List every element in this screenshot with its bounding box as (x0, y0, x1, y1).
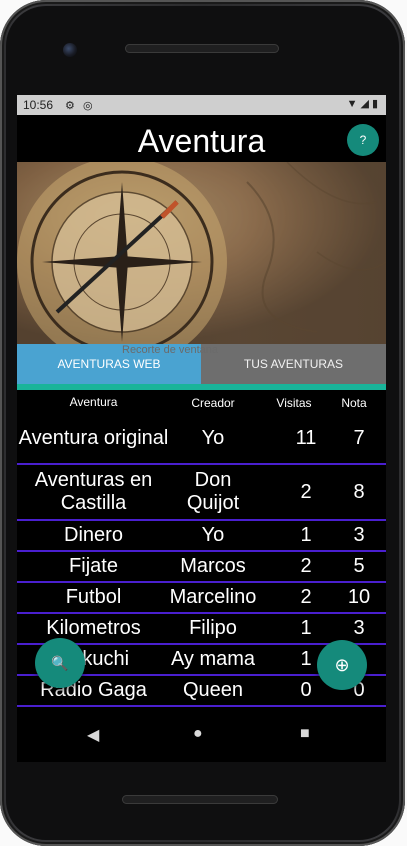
cell-aventura: Kilometros (46, 617, 141, 639)
cell-aventura: Aventuras en Castilla (34, 469, 153, 514)
front-camera (63, 43, 77, 57)
window-clip-label: Recorte de ventana (122, 344, 219, 356)
add-fab[interactable]: ⊕ (317, 640, 367, 690)
battery-icon: ▮ (371, 98, 378, 110)
android-nav-bar: ◀ ● ■ (17, 707, 386, 762)
table-row[interactable]: Aventura original Yo 11 7 (17, 413, 386, 465)
add-icon: ⊕ (334, 655, 350, 675)
cell-visitas: 2 (300, 555, 312, 577)
status-time: 10:56 (23, 98, 54, 112)
header-creador: Creador (191, 396, 235, 410)
cell-nota: 10 (347, 586, 371, 608)
cell-nota: 7 (353, 426, 365, 449)
cell-visitas: 1 (300, 617, 312, 639)
cell-nota: 3 (353, 617, 365, 639)
cell-creador: Filipo (189, 617, 237, 639)
compass-illustration (17, 157, 386, 367)
cell-aventura: Dinero (64, 524, 123, 546)
cell-nota: 3 (353, 524, 365, 546)
help-button[interactable]: ? (347, 124, 379, 156)
page-title: Aventura (137, 123, 266, 159)
cell-aventura: Radio Gaga (40, 679, 147, 701)
table-row[interactable]: Fijate Marcos 2 5 (17, 552, 386, 583)
tab-indicator (17, 384, 386, 390)
cell-visitas: 2 (300, 480, 312, 503)
header-nota: Nota (341, 396, 367, 410)
table-row[interactable]: Futbol Marcelino 2 10 (17, 583, 386, 614)
cell-visitas: 11 (295, 426, 317, 449)
top-speaker (125, 44, 279, 53)
cell-nota: 5 (353, 555, 365, 577)
cell-aventura: Aventura original (18, 426, 169, 449)
cell-creador: Marcelino (169, 586, 257, 608)
bottom-speaker (122, 795, 278, 804)
cell-creador: Marcos (180, 555, 246, 577)
status-icons: ▼ ◢ ▮ (346, 97, 378, 111)
screen: 10:56 ⚙ ◎ ▼ ◢ ▮ Aventura ? AVENTURAS WEB… (17, 95, 386, 762)
cell-creador: Queen (182, 679, 244, 701)
cell-aventura: Futbol (65, 586, 122, 608)
cell-visitas: 1 (300, 524, 312, 546)
tab-tus-aventuras[interactable]: TUS AVENTURAS (201, 344, 386, 384)
phone-frame: 10:56 ⚙ ◎ ▼ ◢ ▮ Aventura ? AVENTURAS WEB… (0, 0, 405, 846)
table-row[interactable]: Aventuras en Castilla Don Quijot 2 8 (17, 465, 386, 521)
table-header: Aventura Creador Visitas Nota (17, 395, 386, 412)
search-icon: 🔍 (51, 655, 69, 671)
cell-creador: Ay mama (170, 648, 256, 670)
table-row[interactable]: Dinero Yo 1 3 (17, 521, 386, 552)
header-visitas: Visitas (276, 396, 312, 410)
compass-banner-image (17, 157, 386, 367)
cell-nota: 8 (353, 480, 365, 503)
tab-bar: AVENTURAS WEB TUS AVENTURAS Recorte de v… (17, 344, 386, 390)
status-bar: 10:56 ⚙ ◎ ▼ ◢ ▮ (17, 95, 386, 115)
recents-icon[interactable]: ■ (300, 725, 310, 743)
sync-icon: ◎ (83, 100, 93, 112)
search-fab[interactable]: 🔍 (35, 638, 85, 688)
cell-creador: Yo (201, 426, 225, 449)
home-icon[interactable]: ● (193, 725, 203, 743)
cell-creador: Yo (201, 524, 225, 546)
cell-aventura: Fijate (69, 555, 118, 577)
cell-creador: Don Quijot (186, 469, 240, 514)
settings-icon: ⚙ (65, 100, 75, 112)
wifi-icon: ▼ (346, 97, 358, 110)
cell-visitas: 2 (300, 586, 312, 608)
signal-icon: ◢ (360, 98, 369, 110)
back-icon[interactable]: ◀ (87, 725, 99, 745)
header-aventura: Aventura (69, 395, 118, 409)
